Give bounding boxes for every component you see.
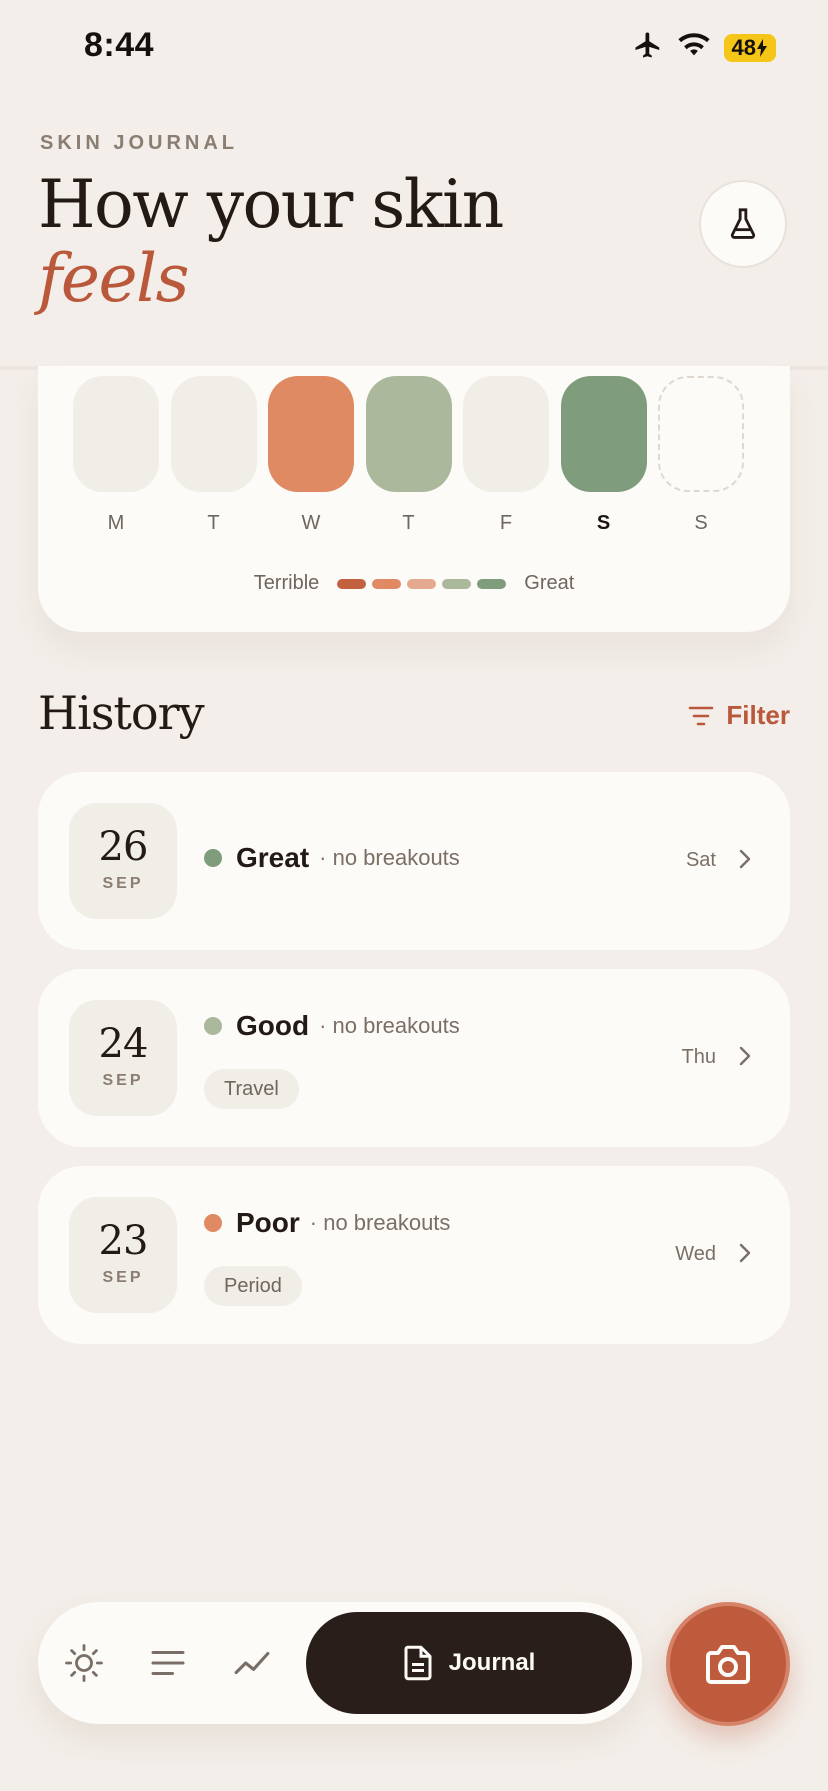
chevron-right-icon (738, 1045, 752, 1072)
tab-today[interactable] (64, 1643, 104, 1683)
day-mood-tile[interactable] (170, 376, 257, 492)
legend-swatch (442, 578, 472, 589)
day-label: S (694, 512, 708, 534)
status-bar: 8:44 48 (0, 0, 828, 96)
entry-tag: Period (204, 1266, 302, 1306)
title-line-2: feels (38, 240, 190, 317)
camera-icon (706, 1645, 750, 1684)
tab-journal-label: Journal (448, 1649, 536, 1676)
battery-indicator: 48 (723, 33, 776, 62)
day-mood-tile[interactable] (268, 376, 354, 492)
entry-month: SEP (102, 1269, 144, 1286)
entry-date: 24 SEP (69, 1000, 177, 1116)
entry-rating: Great (236, 842, 310, 873)
entry-day: 24 (98, 1021, 149, 1067)
entry-month: SEP (102, 875, 144, 892)
entry-date: 26 SEP (69, 803, 177, 919)
entry-date: 23 SEP (69, 1197, 177, 1313)
tab-list[interactable] (148, 1643, 188, 1683)
history-entry[interactable]: 23 SEP Poor · no breakouts Period Wed (38, 1166, 790, 1344)
status-time: 8:44 (84, 26, 155, 64)
battery-level: 48 (731, 34, 756, 60)
lab-button[interactable] (699, 180, 787, 268)
tab-trends[interactable] (232, 1643, 272, 1683)
flask-icon (730, 208, 756, 239)
legend-low-label: Terrible (253, 572, 320, 594)
charging-icon (757, 38, 767, 57)
page-title: How your skin feels (38, 166, 504, 317)
wifi-icon (677, 32, 710, 63)
legend-swatch (477, 578, 507, 589)
day-mood-tile[interactable] (463, 376, 549, 492)
title-line-1: How your skin (38, 166, 504, 243)
day-label: M (107, 512, 125, 534)
history-entry[interactable]: 24 SEP Good · no breakouts Travel Thu (38, 969, 790, 1147)
legend-swatch (372, 578, 402, 589)
rating-dot (204, 1214, 222, 1232)
entry-rating-line: Good · no breakouts (204, 1010, 460, 1042)
day-label: F (499, 512, 513, 534)
chevron-right-icon (738, 1242, 752, 1269)
entry-rating-line: Poor · no breakouts (204, 1207, 450, 1239)
day-mood-tile[interactable] (73, 376, 159, 492)
day-mood-tile[interactable] (365, 376, 452, 492)
legend-scale (337, 578, 507, 589)
day-mood-tile[interactable] (560, 376, 647, 492)
entry-tag: Travel (204, 1069, 299, 1109)
trend-icon (234, 1651, 270, 1675)
day-label: T (402, 512, 415, 534)
legend-high-label: Great (524, 572, 575, 594)
entry-month: SEP (102, 1072, 144, 1089)
rating-dot (204, 1017, 222, 1035)
history-entry[interactable]: 26 SEP Great · no breakouts Sat (38, 772, 790, 950)
entry-day: 26 (98, 824, 149, 870)
status-icons: 48 (632, 30, 776, 65)
legend-swatch (407, 578, 437, 589)
entry-note: · no breakouts (319, 845, 460, 870)
filter-icon (689, 706, 714, 725)
day-label: S (596, 512, 611, 534)
day-label: W (301, 512, 321, 534)
sun-icon (65, 1644, 103, 1682)
mood-legend: Terrible Great (38, 572, 790, 595)
camera-button[interactable] (666, 1602, 790, 1726)
tab-bar: Journal (38, 1602, 642, 1724)
rating-dot (204, 849, 222, 867)
week-mood-card: Terrible Great M T W T F S S (38, 366, 790, 632)
filter-label: Filter (726, 700, 790, 730)
app-eyebrow: SKIN JOURNAL (40, 132, 239, 154)
list-icon (151, 1651, 185, 1675)
history-heading: History (38, 686, 205, 740)
entry-weekday: Sat (685, 849, 716, 871)
entry-rating: Good (236, 1010, 310, 1041)
tab-journal[interactable]: Journal (306, 1612, 632, 1714)
day-mood-tile[interactable] (658, 376, 744, 492)
entry-note: · no breakouts (309, 1210, 451, 1235)
document-icon (404, 1645, 432, 1681)
entry-weekday: Thu (681, 1046, 716, 1068)
day-label: T (207, 512, 220, 534)
chevron-right-icon (738, 848, 752, 875)
entry-note: · no breakouts (319, 1013, 460, 1038)
filter-button[interactable]: Filter (688, 700, 790, 731)
entry-rating: Poor (236, 1207, 300, 1238)
airplane-icon (632, 30, 664, 65)
entry-rating-line: Great · no breakouts (204, 842, 460, 874)
entry-day: 23 (98, 1218, 149, 1264)
legend-swatch (337, 578, 367, 589)
entry-weekday: Wed (675, 1243, 716, 1265)
